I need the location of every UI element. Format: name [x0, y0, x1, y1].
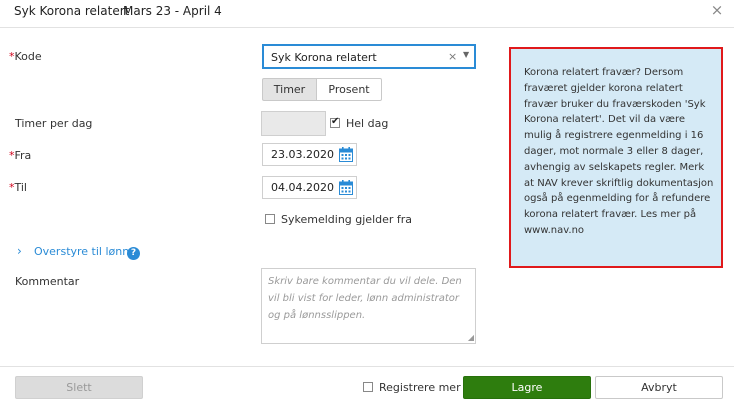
fra-date-value: 23.03.2020: [271, 148, 334, 161]
toggle-timer[interactable]: Timer: [262, 78, 317, 101]
help-icon[interactable]: ?: [127, 247, 140, 260]
dropdown-arrow-icon[interactable]: ▼: [463, 50, 469, 59]
timer-per-dag-input[interactable]: [261, 111, 326, 136]
sykemelding-checkbox[interactable]: [265, 214, 275, 224]
resize-grip-icon[interactable]: ◢: [468, 334, 474, 342]
fra-date-input[interactable]: 23.03.2020: [262, 143, 357, 166]
dialog-header: Syk Korona relatert Mars 23 - April 4 ×: [0, 0, 734, 28]
til-date-value: 04.04.2020: [271, 181, 334, 194]
info-box: Korona relatert fravær? Dersom fraværet …: [509, 47, 723, 268]
overstyre-label: Overstyre til lønn: [34, 245, 130, 258]
close-icon[interactable]: ×: [710, 3, 724, 18]
hel-dag-checkbox[interactable]: [330, 116, 340, 128]
registrere-mer-checkbox[interactable]: [363, 382, 373, 392]
fra-label-text: Fra: [14, 149, 32, 162]
toggle-prosent[interactable]: Prosent: [317, 78, 382, 101]
calendar-icon[interactable]: [339, 180, 353, 195]
kommentar-placeholder: Skriv bare kommentar du vil dele. Den vi…: [268, 276, 462, 321]
til-date-input[interactable]: 04.04.2020: [262, 176, 357, 199]
kode-label-text: Kode: [14, 50, 42, 63]
slett-button[interactable]: Slett: [15, 376, 143, 399]
fra-label: *Fra: [9, 149, 31, 162]
kommentar-label: Kommentar: [15, 275, 80, 288]
info-box-text: Korona relatert fravær? Dersom fraværet …: [524, 67, 714, 236]
hel-dag-label: Hel dag: [346, 117, 389, 130]
clear-icon[interactable]: ×: [448, 50, 457, 63]
dialog-title: Syk Korona relatert: [14, 4, 130, 18]
lagre-button[interactable]: Lagre: [463, 376, 591, 399]
kommentar-textarea[interactable]: Skriv bare kommentar du vil dele. Den vi…: [261, 268, 476, 344]
til-label: *Til: [9, 181, 27, 194]
til-label-text: Til: [14, 181, 28, 194]
avbryt-button[interactable]: Avbryt: [595, 376, 723, 399]
registrere-mer-label: Registrere mer: [379, 381, 461, 394]
kode-select-value: Syk Korona relatert: [271, 51, 377, 64]
kode-select[interactable]: Syk Korona relatert × ▼: [262, 44, 476, 69]
chevron-right-icon: ›: [17, 244, 22, 258]
calendar-icon[interactable]: [339, 147, 353, 162]
sykemelding-label: Sykemelding gjelder fra: [281, 213, 413, 226]
timer-per-dag-label: Timer per dag: [15, 117, 93, 130]
kode-label: *Kode: [9, 50, 42, 63]
dialog-date-range: Mars 23 - April 4: [123, 4, 222, 18]
